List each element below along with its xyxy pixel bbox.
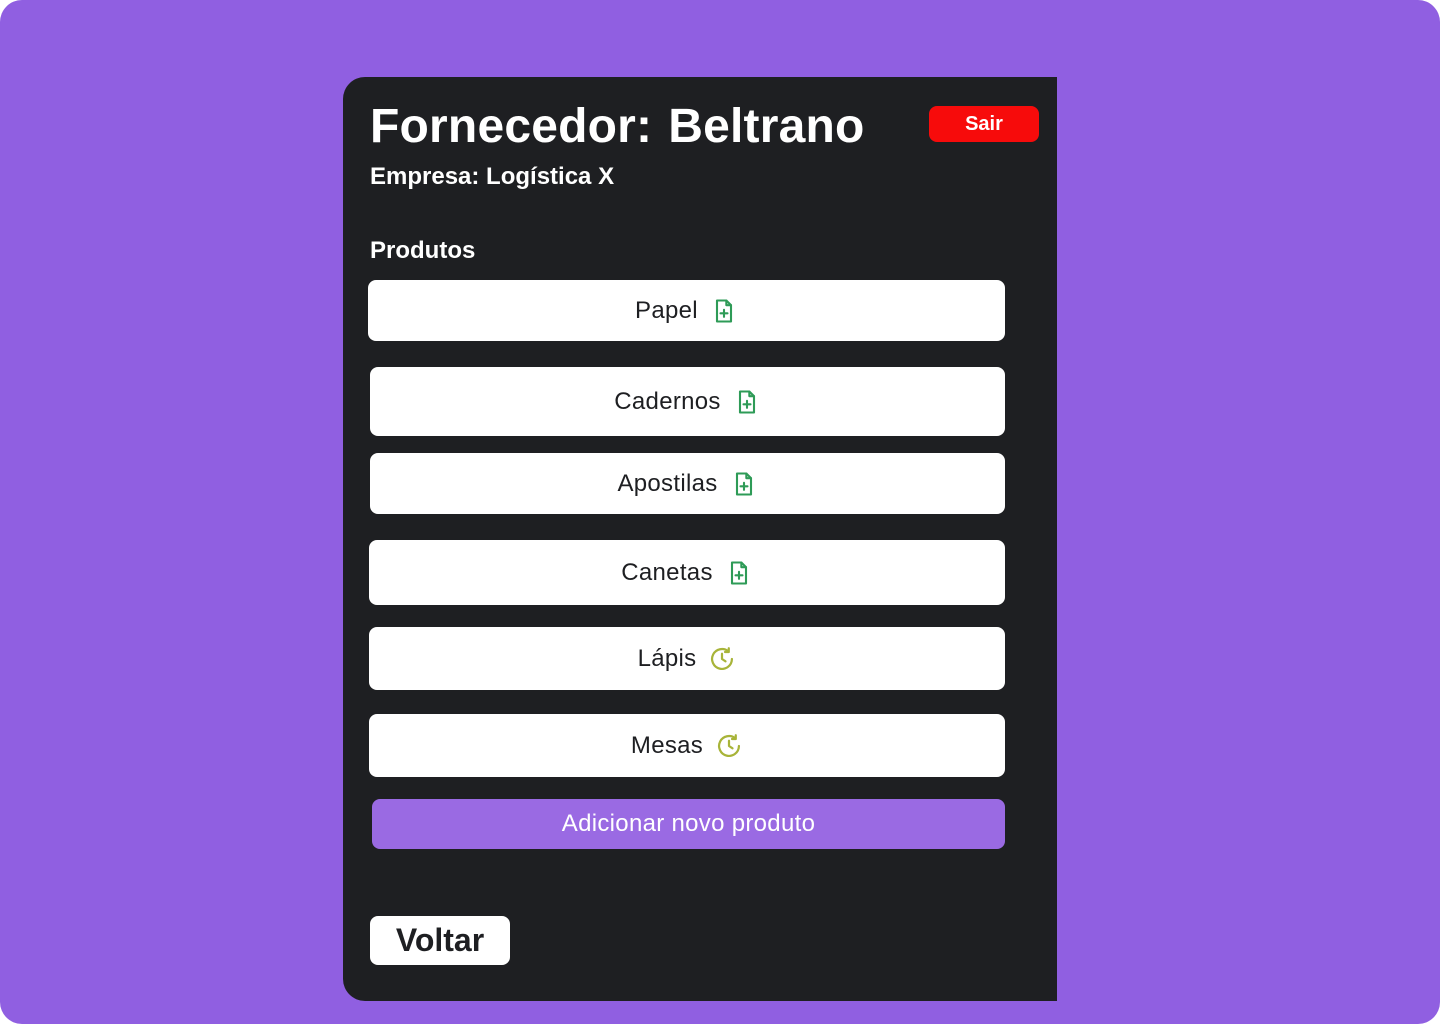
page-title: Fornecedor: Beltrano	[370, 99, 865, 155]
product-label: Cadernos	[614, 387, 721, 415]
company-label: Empresa: Logística X	[370, 163, 615, 190]
page-background: Fornecedor: Beltrano Sair Empresa: Logíst…	[0, 0, 1440, 1024]
file-plus-icon	[725, 559, 753, 587]
product-label: Apostilas	[617, 469, 718, 497]
product-label: Papel	[635, 296, 698, 324]
file-plus-icon	[733, 388, 761, 416]
product-item-apostilas[interactable]: Apostilas	[370, 453, 1005, 514]
product-item-lapis[interactable]: Lápis	[369, 627, 1005, 690]
product-label: Canetas	[621, 558, 713, 586]
product-item-papel[interactable]: Papel	[368, 280, 1005, 341]
back-button[interactable]: Voltar	[370, 916, 510, 965]
product-item-cadernos[interactable]: Cadernos	[370, 367, 1005, 436]
clock-pending-icon	[715, 732, 743, 760]
logout-button[interactable]: Sair	[929, 106, 1039, 142]
product-item-mesas[interactable]: Mesas	[369, 714, 1005, 777]
file-plus-icon	[730, 470, 758, 498]
product-label: Lápis	[637, 644, 697, 672]
product-item-canetas[interactable]: Canetas	[369, 540, 1005, 605]
title-prefix: Fornecedor:	[370, 100, 653, 153]
file-plus-icon	[710, 297, 738, 325]
supplier-panel: Fornecedor: Beltrano Sair Empresa: Logíst…	[343, 77, 1057, 1001]
product-label: Mesas	[630, 731, 704, 759]
products-section-title: Produtos	[370, 237, 476, 264]
add-product-button[interactable]: Adicionar novo produto	[372, 799, 1005, 849]
supplier-name: Beltrano	[668, 100, 865, 153]
clock-pending-icon	[708, 645, 736, 673]
